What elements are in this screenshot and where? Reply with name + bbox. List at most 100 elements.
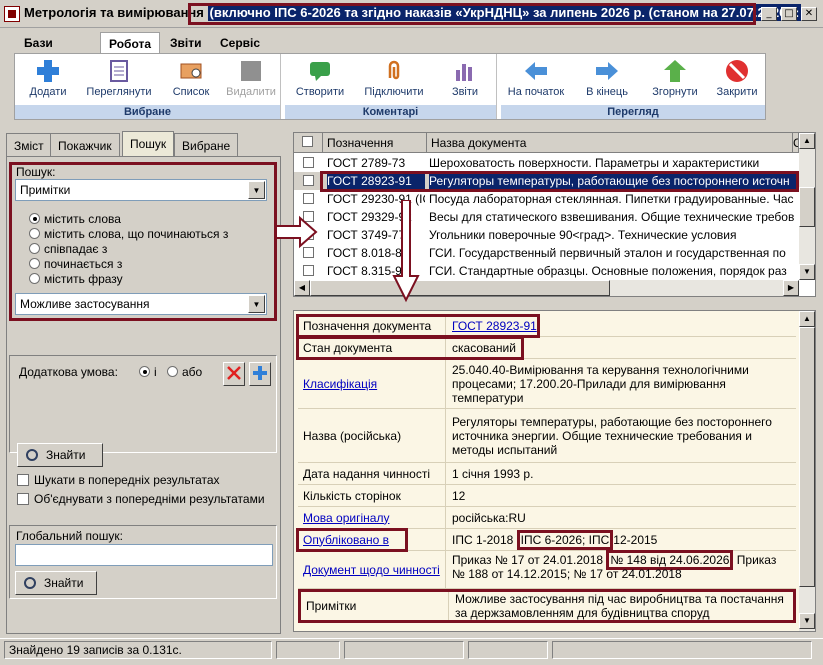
column-header-name[interactable]: Назва документа — [427, 133, 793, 153]
checkbox-icon — [302, 136, 313, 147]
cell-name: Угольники поверочные 90<град>. Техническ… — [429, 228, 737, 242]
checkbox-icon — [17, 493, 29, 505]
detail-label: Примітки — [301, 592, 449, 620]
row-checkbox[interactable] — [303, 157, 314, 168]
minimize-icon[interactable]: _ — [761, 7, 777, 21]
scroll-up-icon[interactable]: ▲ — [799, 311, 815, 327]
chevron-down-icon: ▼ — [248, 181, 265, 199]
search-field-value: Примітки — [20, 183, 71, 197]
tab-favorites[interactable]: Вибране — [174, 133, 239, 157]
search-field-select[interactable]: Примітки ▼ — [15, 179, 267, 201]
delete-label: Видалити — [226, 86, 276, 98]
published-value: 12-2015 — [613, 533, 658, 547]
pages-value: 12 — [452, 488, 466, 503]
radio-icon — [29, 243, 40, 254]
to-start-label: На початок — [507, 86, 565, 98]
chevron-down-icon: ▼ — [248, 295, 265, 313]
published-value-highlighted: ІПС 6-2026; ІПС — [516, 530, 614, 550]
list-button[interactable]: Список — [163, 58, 219, 104]
remove-condition-button[interactable] — [223, 362, 245, 386]
column-header-code[interactable]: Позначення — [323, 133, 427, 153]
detail-row-pages: Кількість сторінок 12 — [298, 485, 796, 507]
scroll-right-icon[interactable]: ▶ — [783, 280, 799, 296]
comment-reports-label: Звіти — [451, 86, 479, 98]
delete-button[interactable]: Видалити — [223, 58, 279, 104]
cell-code: ГОСТ 2789-73 — [327, 156, 406, 170]
scroll-thumb[interactable] — [799, 187, 815, 227]
delete-icon — [241, 61, 261, 81]
details-vscrollbar[interactable]: ▲ ▼ — [799, 311, 815, 631]
title-bar: Метрологія та вимірювання (включно ІПС 6… — [0, 0, 823, 28]
notebook-icon — [110, 60, 128, 82]
group-view: На початок В кінець Згорнути Закрити Пер… — [501, 54, 765, 119]
tab-databases[interactable]: Бази даних — [16, 32, 68, 64]
scroll-down-icon[interactable]: ▼ — [799, 613, 815, 629]
arrow-right-icon — [596, 62, 618, 80]
view-label: Переглянути — [86, 86, 152, 98]
table-row[interactable]: ГОСТ 2789-73 Шероховатость поверхности. П… — [294, 154, 799, 172]
option-and[interactable]: і — [139, 365, 157, 379]
details-scroll-thumb[interactable] — [799, 327, 815, 587]
validity-doc-link[interactable]: Документ щодо чинності — [303, 563, 440, 577]
search-in-previous-checkbox[interactable]: Шукати в попередніх результатах — [17, 473, 220, 487]
close-icon[interactable]: ✕ — [801, 7, 817, 21]
published-annotation-frame — [296, 528, 408, 552]
attach-button[interactable]: Підключити — [357, 58, 431, 104]
ribbon: Додати Переглянути Список Видалити Вибра… — [14, 53, 766, 120]
tab-reports[interactable]: Звіти — [162, 32, 209, 54]
global-find-button[interactable]: Знайти — [15, 571, 97, 595]
radio-icon — [29, 258, 40, 269]
notes-value: Можливе застосування під час виробництва… — [455, 592, 784, 620]
maximize-icon[interactable]: □ — [781, 7, 797, 21]
orig-lang-value: російська:RU — [452, 510, 526, 525]
status-panel-4 — [468, 641, 548, 659]
cell-name: Весы для статического взвешивания. Общие… — [429, 210, 795, 224]
option-phrase[interactable]: містить фразу — [29, 272, 123, 286]
search-icon — [24, 577, 36, 589]
radio-checked-icon — [29, 213, 40, 224]
find-button[interactable]: Знайти — [17, 443, 103, 467]
classification-link[interactable]: Класифікація — [303, 377, 377, 391]
orig-lang-link[interactable]: Мова оригіналу — [303, 511, 389, 525]
detail-row-name-ru: Назва (російська) Регуляторы температуры… — [298, 409, 796, 463]
scroll-up-icon[interactable]: ▲ — [799, 133, 815, 149]
collapse-button[interactable]: Згорнути — [645, 58, 705, 104]
grid-vscrollbar[interactable]: ▲ ▼ — [799, 133, 815, 280]
detail-label: Дата надання чинності — [298, 463, 446, 484]
comment-reports-button[interactable]: Звіти — [437, 58, 493, 104]
option-contains-words[interactable]: містить слова — [29, 212, 121, 226]
search-value-select[interactable]: Можливе застосування ▼ — [15, 293, 267, 315]
tab-contents[interactable]: Зміст — [6, 133, 52, 157]
validity-doc-value: Приказ № 17 от 24.01.2018 — [452, 553, 604, 567]
checkbox-icon — [17, 474, 29, 486]
to-end-button[interactable]: В кінець — [575, 58, 639, 104]
search-icon — [26, 449, 38, 461]
option-or[interactable]: або — [167, 365, 202, 379]
tab-service[interactable]: Сервіс — [212, 32, 268, 54]
status-text: Знайдено 19 записів за 0.131с. — [4, 641, 272, 659]
close-doc-button[interactable]: Закрити — [709, 58, 765, 104]
option-starts-with[interactable]: починається з — [29, 257, 122, 271]
tab-work[interactable]: Робота — [100, 32, 161, 54]
detail-row-orig-lang: Мова оригіналу російська:RU — [298, 507, 796, 529]
scroll-down-icon[interactable]: ▼ — [799, 264, 815, 280]
create-button[interactable]: Створити — [289, 58, 351, 104]
merge-previous-checkbox[interactable]: Об'єднувати з попередніми результатами — [17, 492, 265, 506]
selected-row-annotation-frame — [320, 171, 799, 192]
add-button[interactable]: Додати — [21, 58, 75, 104]
global-search-input[interactable] — [15, 544, 273, 566]
tab-search[interactable]: Пошук — [122, 131, 175, 157]
close-doc-label: Закрити — [716, 86, 758, 98]
tab-index[interactable]: Покажчик — [50, 133, 120, 157]
status-bar: Знайдено 19 записів за 0.131с. — [0, 638, 823, 660]
option-equals[interactable]: співпадає з — [29, 242, 107, 256]
select-all-header[interactable] — [294, 133, 323, 153]
row-checkbox[interactable] — [303, 175, 314, 186]
checkbox-label: Шукати в попередніх результатах — [34, 473, 220, 487]
published-value: ІПС 1-2018 — [452, 533, 514, 547]
to-start-button[interactable]: На початок — [501, 58, 571, 104]
bar-chart-icon — [456, 64, 472, 81]
add-condition-button[interactable] — [249, 362, 271, 386]
option-words-start[interactable]: містить слова, що починаються з — [29, 227, 228, 241]
view-button[interactable]: Переглянути — [79, 58, 159, 104]
